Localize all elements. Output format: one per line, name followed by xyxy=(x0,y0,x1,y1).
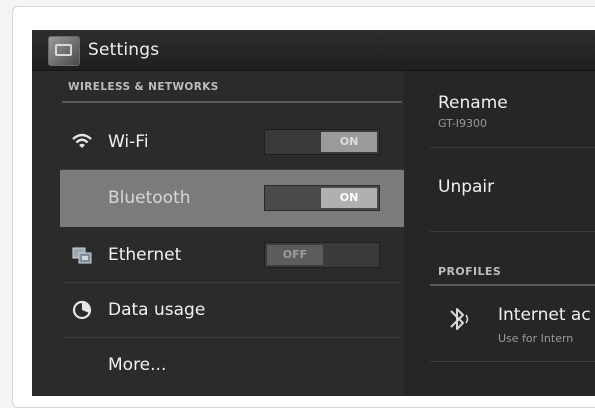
data-usage-label: Data usage xyxy=(108,300,206,320)
action-bar: Settings xyxy=(32,30,595,71)
row-divider xyxy=(430,361,595,362)
ethernet-toggle[interactable]: OFF xyxy=(264,242,380,268)
bluetooth-icon xyxy=(450,308,469,330)
settings-item-data-usage[interactable]: Data usage xyxy=(62,283,402,337)
rename-subtitle: GT-I9300 xyxy=(438,117,488,130)
row-divider xyxy=(430,231,595,232)
app-title: Settings xyxy=(88,40,160,60)
more-label: More... xyxy=(108,355,167,375)
data-usage-icon xyxy=(72,300,92,320)
section-divider xyxy=(62,101,402,103)
settings-item-ethernet[interactable]: Ethernet OFF xyxy=(62,228,402,282)
bluetooth-toggle[interactable]: ON xyxy=(264,185,380,211)
ethernet-toggle-knob: OFF xyxy=(267,245,323,265)
wifi-icon xyxy=(72,133,92,148)
section-header-wireless: WIRELESS & NETWORKS xyxy=(68,81,219,93)
bluetooth-label: Bluetooth xyxy=(108,188,191,208)
profile-subtitle: Use for Intern xyxy=(498,332,574,345)
bluetooth-device-pane: Rename GT-I9300 Unpair PROFILES Internet… xyxy=(404,71,595,396)
settings-item-more[interactable]: More... xyxy=(62,338,402,392)
row-divider xyxy=(430,147,595,148)
profile-title: Internet ac xyxy=(498,305,591,325)
settings-app-icon[interactable] xyxy=(48,36,80,66)
unpair-title: Unpair xyxy=(438,177,495,197)
settings-item-bluetooth[interactable]: Bluetooth ON xyxy=(60,170,404,227)
wifi-toggle[interactable]: ON xyxy=(264,129,380,155)
section-divider xyxy=(430,284,595,286)
ethernet-label: Ethernet xyxy=(108,245,182,265)
bluetooth-toggle-knob: ON xyxy=(321,188,377,208)
rename-title: Rename xyxy=(438,93,508,113)
settings-list-pane: WIRELESS & NETWORKS Wi-Fi ON Bluetooth O… xyxy=(32,71,404,396)
ethernet-icon xyxy=(72,247,92,264)
settings-item-wifi[interactable]: Wi-Fi ON xyxy=(62,115,402,169)
profiles-header: PROFILES xyxy=(438,265,502,278)
wifi-label: Wi-Fi xyxy=(108,132,149,152)
wifi-toggle-knob: ON xyxy=(321,132,377,152)
tablet-screen: Settings WIRELESS & NETWORKS Wi-Fi ON Bl… xyxy=(32,30,595,396)
